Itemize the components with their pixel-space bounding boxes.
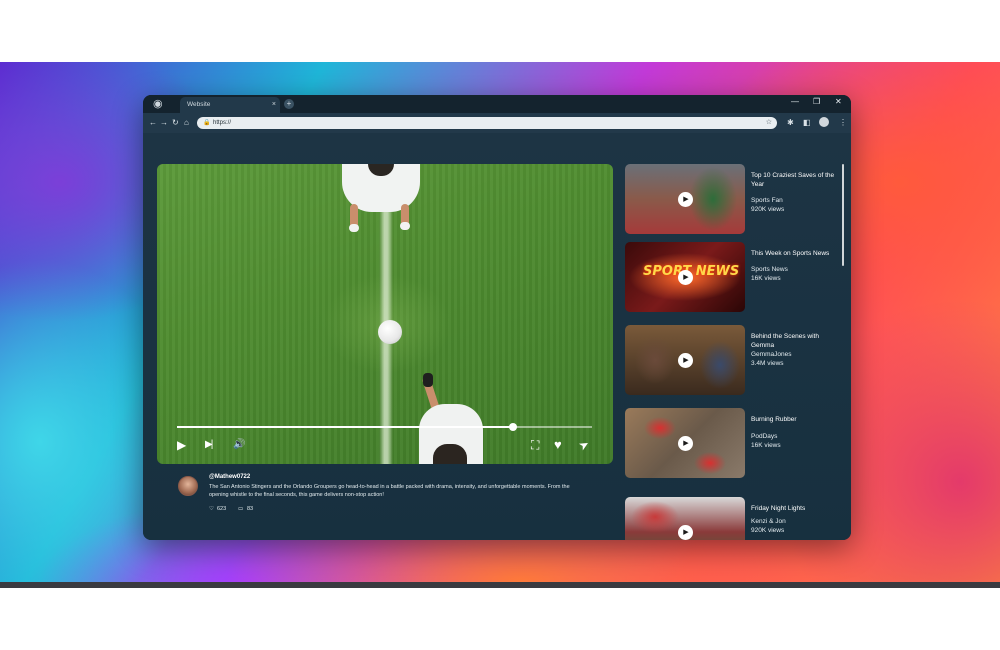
video-title[interactable]: Behind the Scenes with Gemma (751, 332, 843, 350)
volume-button[interactable]: 🔊 (233, 438, 245, 452)
play-icon[interactable]: ▶ (678, 436, 693, 451)
tab-label: Website (187, 101, 211, 108)
extensions-icon[interactable]: ✱ (787, 117, 794, 129)
video-title[interactable]: This Week on Sports News (751, 249, 843, 258)
comment-reply-count: 83 (247, 506, 254, 512)
menu-icon[interactable]: ⋮ (839, 117, 847, 129)
back-button[interactable]: ← (149, 117, 157, 129)
channel-name[interactable]: Sports Fan (751, 197, 783, 204)
progress-bar[interactable] (177, 423, 592, 431)
video-thumbnail[interactable]: ▶ (625, 408, 745, 478)
channel-name[interactable]: Kenzi & Jon (751, 518, 786, 525)
progress-handle[interactable] (509, 423, 518, 431)
channel-name[interactable]: GemmaJones (751, 351, 791, 358)
view-count: 16K views (751, 442, 781, 449)
browser-logo-icon: ◉ (153, 98, 163, 110)
address-text: https:// (213, 120, 232, 126)
taskbar (0, 582, 1000, 588)
play-icon[interactable]: ▶ (678, 192, 693, 207)
view-count: 16K views (751, 275, 781, 282)
next-button[interactable]: ▶| (205, 438, 213, 452)
like-button[interactable]: ♥ (554, 438, 562, 452)
player-shoe (423, 373, 433, 387)
avatar[interactable] (178, 476, 198, 496)
browser-window: ◉ Website × + — ❐ ✕ ← → ↻ ⌂ 🔒 https:// ☆… (143, 95, 851, 540)
profile-avatar-icon[interactable] (819, 117, 829, 127)
video-thumbnail[interactable]: ▶ (625, 325, 745, 395)
video-title[interactable]: Burning Rubber (751, 415, 843, 424)
channel-name[interactable]: Sports News (751, 266, 788, 273)
title-bar: ◉ Website × + — ❐ ✕ (143, 95, 851, 113)
video-thumbnail[interactable]: ▶ (625, 164, 745, 234)
view-count: 3.4M views (751, 360, 784, 367)
comment: @Mathew0722 The San Antonio Stingers and… (178, 472, 598, 532)
reload-button[interactable]: ↻ (172, 117, 179, 129)
page-content: ▶ ▶| 🔊 ⛶ ♥ ➤ @Mathew0722 The San Antonio… (143, 133, 851, 540)
view-count: 920K views (751, 527, 785, 534)
share-button[interactable]: ➤ (576, 436, 592, 453)
tab-website[interactable]: Website × (180, 97, 280, 113)
channel-name[interactable]: PodDays (751, 433, 777, 440)
video-player[interactable]: ▶ ▶| 🔊 ⛶ ♥ ➤ (157, 164, 613, 464)
player-shoe (400, 222, 410, 230)
video-thumbnail[interactable]: ▶ (625, 497, 745, 540)
list-item[interactable]: ▶ Behind the Scenes with Gemma GemmaJone… (625, 325, 843, 395)
view-count: 920K views (751, 206, 785, 213)
browser-toolbar: ← → ↻ ⌂ 🔒 https:// ☆ ✱ ◧ ⋮ (143, 113, 851, 133)
video-title[interactable]: Top 10 Craziest Saves of the Year (751, 171, 843, 189)
home-button[interactable]: ⌂ (184, 117, 189, 129)
scrollbar[interactable] (842, 164, 844, 266)
progress-fill (177, 426, 514, 428)
side-panel-icon[interactable]: ◧ (803, 117, 811, 129)
soccer-ball (378, 320, 402, 344)
forward-button[interactable]: → (160, 117, 168, 129)
recommendations-list: ▶ Top 10 Craziest Saves of the Year Spor… (625, 164, 843, 540)
play-icon[interactable]: ▶ (678, 525, 693, 540)
list-item[interactable]: ▶ Burning Rubber PodDays 16K views (625, 408, 843, 478)
play-icon[interactable]: ▶ (678, 270, 693, 285)
comment-text: The San Antonio Stingers and the Orlando… (209, 484, 570, 498)
video-title[interactable]: Friday Night Lights (751, 504, 843, 513)
list-item[interactable]: ▶ Top 10 Craziest Saves of the Year Spor… (625, 164, 843, 234)
restore-button[interactable]: ❐ (813, 97, 820, 106)
minimize-button[interactable]: — (791, 97, 799, 106)
comment-like-icon[interactable]: ♡ (209, 506, 214, 512)
list-item[interactable]: SPORT NEWS ▶ This Week on Sports News Sp… (625, 242, 843, 312)
play-icon[interactable]: ▶ (678, 353, 693, 368)
fullscreen-button[interactable]: ⛶ (531, 438, 539, 452)
player-shoe (349, 224, 359, 232)
video-thumbnail[interactable]: SPORT NEWS ▶ (625, 242, 745, 312)
new-tab-button[interactable]: + (284, 99, 294, 109)
play-button[interactable]: ▶ (177, 438, 186, 452)
tab-close-icon[interactable]: × (272, 97, 276, 113)
comment-username[interactable]: @Mathew0722 (209, 474, 250, 480)
close-window-button[interactable]: ✕ (835, 97, 842, 106)
comment-reply-icon[interactable]: ▭ (238, 506, 243, 512)
comment-like-count: 623 (217, 506, 227, 512)
player-bottom-head (433, 444, 467, 464)
bookmark-star-icon[interactable]: ☆ (766, 117, 772, 129)
address-bar[interactable]: 🔒 https:// ☆ (197, 117, 777, 129)
lock-icon: 🔒 (203, 120, 211, 126)
list-item[interactable]: ▶ Friday Night Lights Kenzi & Jon 920K v… (625, 497, 843, 540)
